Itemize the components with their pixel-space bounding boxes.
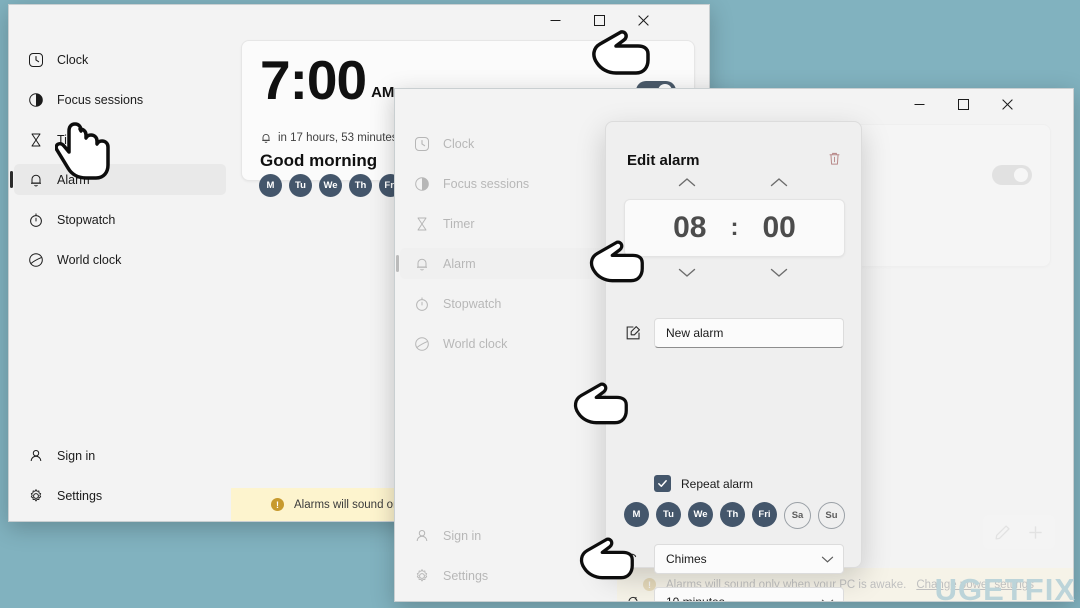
alarm-sound-select[interactable]: Chimes [654,544,844,574]
sidebar-item-stopwatch[interactable]: Stopwatch [14,204,226,235]
minimize-button-front[interactable] [897,89,941,120]
day-chip[interactable]: We [319,174,342,197]
minimize-icon [550,20,560,21]
maximize-icon [957,99,969,110]
alarm-countdown-row: in 17 hours, 53 minutes [260,132,398,144]
repeat-alarm-checkbox[interactable] [654,475,671,492]
minimize-icon [914,104,924,105]
sidebar-item-label: Alarm [57,172,90,187]
alarm-sound-row: Chimes [624,544,844,574]
sidebar-item-label: Stopwatch [57,212,116,227]
day-chip[interactable]: Th [349,174,372,197]
sidebar-item-timer[interactable]: Timer [14,124,226,155]
minutes-value[interactable]: 00 [763,211,796,245]
stopwatch-icon [27,211,44,228]
focus-sessions-icon [27,91,44,108]
alarm-name: Good morning [260,151,378,170]
chevron-down-icon [821,598,834,601]
chevron-up-icon [678,177,696,186]
day-chip-sunday[interactable]: Su [818,502,845,529]
close-icon [1001,99,1013,110]
maximize-button-back[interactable] [577,5,621,36]
day-chip[interactable]: Tu [289,174,312,197]
sidebar-item-label: Settings [57,488,103,503]
titlebar-back[interactable] [9,5,709,36]
day-chip-monday[interactable]: M [624,502,649,527]
hours-down-button[interactable] [668,261,706,283]
time-separator: : [730,214,739,241]
chevron-up-icon [770,177,788,186]
warning-icon: ! [271,498,284,511]
edit-name-icon [624,324,642,342]
chevron-down-icon [821,555,834,564]
minutes-up-button[interactable] [760,171,798,193]
alarm-days-back: M Tu We Th Fri [259,174,402,197]
close-button-back[interactable] [621,5,665,36]
hours-value[interactable]: 08 [673,211,706,245]
sidebar-item-label: Sign in [57,448,96,463]
clock-icon [27,51,44,68]
day-chip[interactable]: M [259,174,282,197]
delete-alarm-button[interactable] [823,147,845,169]
checkmark-icon [658,480,667,487]
alarm-time: 7:00 [260,49,367,111]
alarm-name-row: New alarm [624,318,844,348]
bell-icon [260,132,272,144]
day-chip-wednesday[interactable]: We [688,502,713,527]
desktop: Clock Focus sessions Timer Alarm Stopwat… [0,0,1080,608]
sidebar-item-clock[interactable]: Clock [14,44,226,75]
gear-icon [27,487,44,504]
day-chip-tuesday[interactable]: Tu [656,502,681,527]
sidebar-bottom-back: Sign in Settings [9,440,231,511]
alarm-name-input[interactable]: New alarm [654,318,844,348]
snooze-value: 10 minutes [666,595,725,602]
chevron-down-icon [770,268,788,277]
maximize-icon [593,15,605,26]
repeat-alarm-row[interactable]: Repeat alarm [654,475,753,492]
alarm-sound-value: Chimes [666,552,707,566]
clock-window-front[interactable]: Clock Focus sessions Timer Alarm [394,88,1074,602]
maximize-button-front[interactable] [941,89,985,120]
snooze-icon: z [624,593,642,601]
trash-icon [829,152,839,165]
dialog-day-chips: M Tu We Th Fri Sa Su [624,502,845,529]
hours-up-button[interactable] [668,171,706,193]
minutes-down-button[interactable] [760,261,798,283]
sidebar-item-label: World clock [57,252,122,267]
close-button-front[interactable] [985,89,1029,120]
music-note-icon [624,550,642,568]
titlebar-front[interactable] [395,89,1073,120]
sidebar-back: Clock Focus sessions Timer Alarm Stopwat… [9,36,231,521]
snooze-row: z 10 minutes [624,587,844,602]
sidebar-item-label: Clock [57,52,89,67]
time-picker[interactable]: 08 : 00 [624,199,845,257]
sidebar-item-world-clock[interactable]: World clock [14,244,226,275]
alarm-ampm: AM [371,84,395,101]
sidebar-item-label: Timer [57,132,89,147]
sidebar-item-label: Focus sessions [57,92,144,107]
close-icon [637,15,649,26]
person-icon [27,447,44,464]
snooze-select[interactable]: 10 minutes [654,587,844,602]
bell-icon [27,171,44,188]
minimize-button-back[interactable] [533,5,577,36]
day-chip-saturday[interactable]: Sa [784,502,811,529]
alarm-countdown: in 17 hours, 53 minutes [278,132,398,144]
globe-icon [27,251,44,268]
chevron-down-icon [678,268,696,277]
repeat-alarm-label: Repeat alarm [681,476,754,491]
sidebar-item-focus-sessions[interactable]: Focus sessions [14,84,226,115]
dialog-title: Edit alarm [627,152,700,169]
edit-alarm-dialog: Edit alarm 08 : 00 New alarm Repeat alar… [605,121,862,601]
sidebar-item-sign-in[interactable]: Sign in [14,440,226,471]
day-chip-friday[interactable]: Fri [752,502,777,527]
alarm-name-value: New alarm [666,326,724,340]
day-chip-thursday[interactable]: Th [720,502,745,527]
watermark: UGETFIX [934,572,1076,607]
sidebar-item-alarm[interactable]: Alarm [10,164,226,195]
hourglass-icon [27,131,44,148]
sidebar-item-settings[interactable]: Settings [14,480,226,511]
